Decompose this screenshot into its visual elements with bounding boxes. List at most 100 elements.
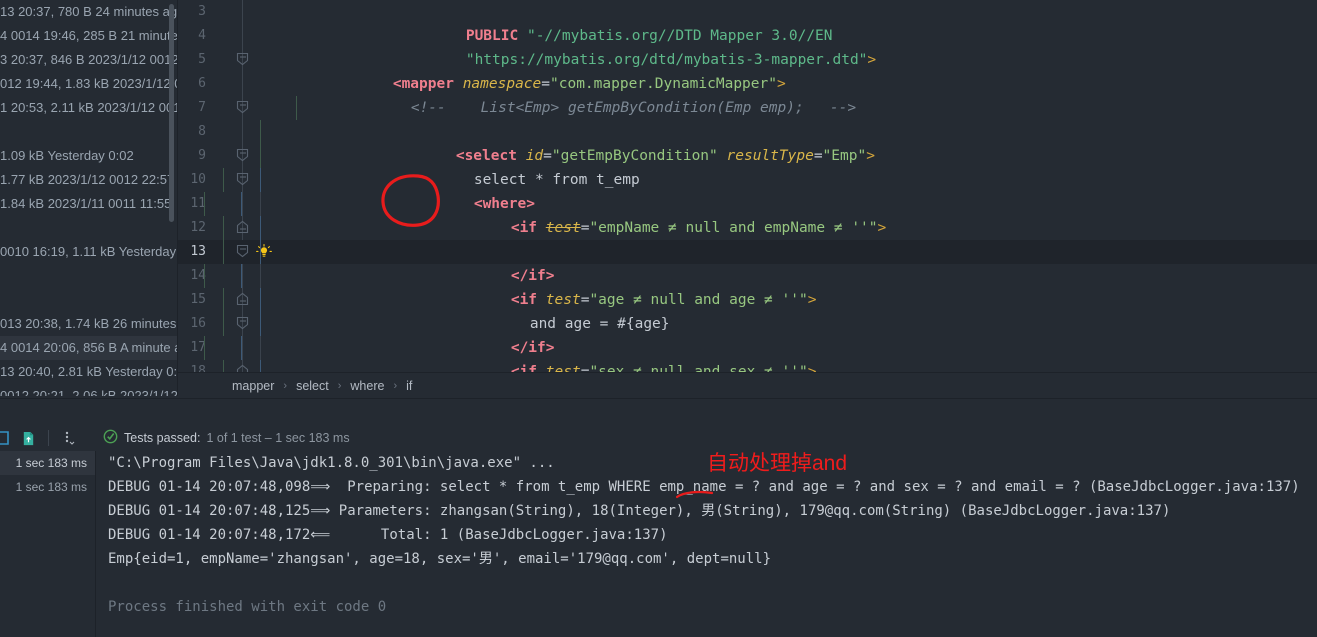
file-list-item[interactable] bbox=[0, 120, 178, 144]
file-list-item[interactable]: 13 20:37, 780 B 24 minutes ago bbox=[0, 0, 178, 24]
code-line-5[interactable]: <mapper namespace="com.mapper.DynamicMap… bbox=[278, 48, 1317, 72]
code-line-16[interactable]: <if test="sex ≠ null and sex ≠ ''"> bbox=[278, 312, 1317, 336]
tests-passed-detail: 1 of 1 test – 1 sec 183 ms bbox=[206, 431, 349, 445]
code-line-11[interactable]: and emp_name = #{empName} bbox=[278, 192, 1317, 216]
gutter-line[interactable]: 5 bbox=[178, 48, 278, 72]
gutter-line[interactable]: 8 bbox=[178, 120, 278, 144]
file-list-item[interactable]: 3 20:37, 846 B 2023/1/12 0012 2 bbox=[0, 48, 178, 72]
console-line: Emp{eid=1, empName='zhangsan', age=18, s… bbox=[96, 547, 1317, 571]
fold-end-icon[interactable] bbox=[236, 220, 250, 236]
file-list-item[interactable] bbox=[0, 216, 178, 240]
file-list-item[interactable]: 1.09 kB Yesterday 0:02 bbox=[0, 144, 178, 168]
file-list-item[interactable]: 0010 16:19, 1.11 kB Yesterday 0:0 bbox=[0, 240, 178, 264]
line-number: 11 bbox=[178, 192, 206, 216]
gutter-line[interactable]: 4 bbox=[178, 24, 278, 48]
breadcrumb-item-select[interactable]: select bbox=[294, 379, 331, 393]
code-line-14[interactable]: and age = #{age} bbox=[278, 264, 1317, 288]
fold-start-icon[interactable] bbox=[236, 52, 250, 68]
gutter-line[interactable]: 3 bbox=[178, 0, 278, 24]
breadcrumb-item-if[interactable]: if bbox=[404, 379, 414, 393]
line-number: 18 bbox=[178, 360, 206, 372]
intention-bulb-icon[interactable] bbox=[256, 244, 272, 260]
fold-start-icon[interactable] bbox=[236, 172, 250, 188]
file-list-item[interactable] bbox=[0, 264, 178, 288]
check-circle-icon bbox=[103, 429, 118, 447]
file-list-item[interactable]: 1 20:53, 2.11 kB 2023/1/12 0012 bbox=[0, 96, 178, 120]
breadcrumb-separator: › bbox=[331, 380, 349, 392]
tests-passed-status: Tests passed: 1 of 1 test – 1 sec 183 ms bbox=[103, 429, 350, 447]
code-line-18[interactable]: </if> bbox=[278, 360, 1317, 372]
file-list-scrollbar[interactable] bbox=[169, 4, 174, 222]
code-line-4[interactable]: "https://mybatis.org/dtd/mybatis-3-mappe… bbox=[278, 24, 1317, 48]
run-toolbar[interactable]: Tests passed: 1 of 1 test – 1 sec 183 ms bbox=[0, 425, 1317, 451]
line-number: 17 bbox=[178, 336, 206, 360]
gutter-line[interactable]: 7 bbox=[178, 96, 278, 120]
gutter-line[interactable]: 15 bbox=[178, 288, 278, 312]
test-results-tree[interactable]: 1 sec 183 ms1 sec 183 ms bbox=[0, 451, 95, 637]
fold-start-icon[interactable] bbox=[236, 316, 250, 332]
code-line-6[interactable]: <!-- List<Emp> getEmpByCondition(Emp emp… bbox=[278, 72, 1317, 96]
gutter-line[interactable]: 9 bbox=[178, 144, 278, 168]
code-line-7[interactable]: <select id="getEmpByCondition" resultTyp… bbox=[278, 96, 1317, 120]
fold-end-icon[interactable] bbox=[236, 364, 250, 372]
line-number: 16 bbox=[178, 312, 206, 336]
code-line-9[interactable]: <where> bbox=[278, 144, 1317, 168]
file-list-item[interactable] bbox=[0, 288, 178, 312]
gutter-line[interactable]: 12 bbox=[178, 216, 278, 240]
fold-start-icon[interactable] bbox=[236, 148, 250, 164]
file-list-item[interactable]: 013 20:38, 1.74 kB 26 minutes ago bbox=[0, 312, 178, 336]
line-number: 13 bbox=[178, 240, 206, 264]
line-number: 9 bbox=[178, 144, 206, 168]
line-number: 10 bbox=[178, 168, 206, 192]
gutter-line[interactable]: 14 bbox=[178, 264, 278, 288]
gutter-line[interactable]: 11 bbox=[178, 192, 278, 216]
breadcrumb-separator: › bbox=[386, 380, 404, 392]
breadcrumb-separator: › bbox=[276, 380, 294, 392]
code-line-15[interactable]: </if> bbox=[278, 288, 1317, 312]
code-text-area[interactable]: PUBLIC "-//mybatis.org//DTD Mapper 3.0//… bbox=[278, 0, 1317, 372]
fold-start-icon[interactable] bbox=[236, 244, 250, 260]
annotation-note: 自动处理掉and bbox=[707, 447, 847, 477]
console-output[interactable]: "C:\Program Files\Java\jdk1.8.0_301\bin\… bbox=[96, 451, 1317, 637]
line-number: 3 bbox=[178, 0, 206, 24]
editor-gutter[interactable]: 3456789101112131415161718 bbox=[178, 0, 278, 372]
gutter-line[interactable]: 16 bbox=[178, 312, 278, 336]
line-number: 5 bbox=[178, 48, 206, 72]
file-list-item[interactable]: 012 19:44, 1.83 kB 2023/1/12 001 bbox=[0, 72, 178, 96]
console-line: DEBUG 01-14 20:07:48,098⟹ Preparing: sel… bbox=[96, 475, 1317, 499]
rerun-icon[interactable] bbox=[0, 427, 16, 449]
console-line bbox=[96, 571, 1317, 595]
ide-window: 13 20:37, 780 B 24 minutes ago4 0014 19:… bbox=[0, 0, 1317, 636]
code-editor[interactable]: 3456789101112131415161718 PUBLIC "-//myb… bbox=[178, 0, 1317, 372]
toolbar-divider bbox=[48, 430, 49, 446]
code-line-8[interactable]: select * from t_emp bbox=[278, 120, 1317, 144]
file-list-item[interactable]: 0012 20:21, 2.06 kB 2023/1/12 0012 bbox=[0, 384, 178, 396]
test-result-row[interactable]: 1 sec 183 ms bbox=[0, 475, 95, 499]
test-result-row[interactable]: 1 sec 183 ms bbox=[0, 451, 95, 475]
code-line-12[interactable]: </if> bbox=[278, 216, 1317, 240]
code-line-3[interactable]: PUBLIC "-//mybatis.org//DTD Mapper 3.0//… bbox=[278, 0, 1317, 24]
file-list-item[interactable]: 1.84 kB 2023/1/11 0011 11:55 bbox=[0, 192, 178, 216]
line-number: 6 bbox=[178, 72, 206, 96]
code-line-13[interactable]: <if test="age ≠ null and age ≠ ''"> bbox=[278, 240, 1317, 264]
gutter-line[interactable]: 10 bbox=[178, 168, 278, 192]
file-list[interactable]: 13 20:37, 780 B 24 minutes ago4 0014 19:… bbox=[0, 0, 178, 396]
fold-start-icon[interactable] bbox=[236, 100, 250, 116]
code-line-10[interactable]: <if test="empName ≠ null and empName ≠ '… bbox=[278, 168, 1317, 192]
gutter-line[interactable]: 6 bbox=[178, 72, 278, 96]
more-options-icon[interactable] bbox=[57, 427, 81, 449]
fold-end-icon[interactable] bbox=[236, 292, 250, 308]
breadcrumb[interactable]: mapper›select›where›if bbox=[178, 372, 1317, 398]
file-list-item[interactable]: 4 0014 20:06, 856 B A minute ago bbox=[0, 336, 178, 360]
file-list-item[interactable]: 4 0014 19:46, 285 B 21 minutes a bbox=[0, 24, 178, 48]
file-list-item[interactable]: 1.77 kB 2023/1/12 0012 22:57 bbox=[0, 168, 178, 192]
breadcrumb-item-mapper[interactable]: mapper bbox=[230, 379, 276, 393]
gutter-line[interactable]: 13 bbox=[178, 240, 278, 264]
breadcrumb-item-where[interactable]: where bbox=[348, 379, 386, 393]
code-line-17[interactable]: and sex = #{sex} bbox=[278, 336, 1317, 360]
gutter-line[interactable]: 17 bbox=[178, 336, 278, 360]
file-list-item[interactable]: 13 20:40, 2.81 kB Yesterday 0:53 bbox=[0, 360, 178, 384]
export-test-results-icon[interactable] bbox=[16, 427, 40, 449]
project-file-list-panel[interactable]: 13 20:37, 780 B 24 minutes ago4 0014 19:… bbox=[0, 0, 178, 396]
gutter-line[interactable]: 18 bbox=[178, 360, 278, 372]
